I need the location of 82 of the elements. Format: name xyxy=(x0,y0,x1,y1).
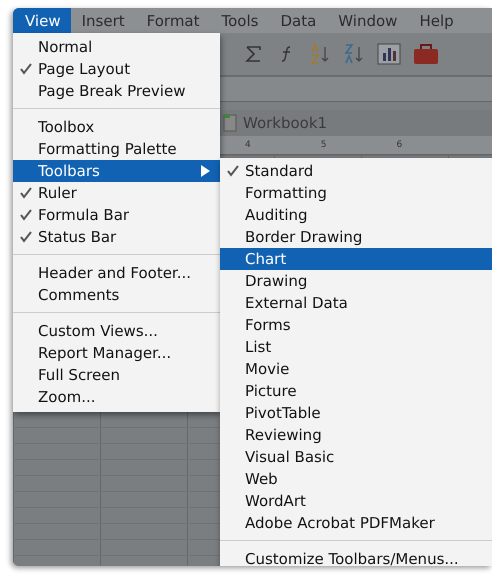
menu-item[interactable]: Toolbox xyxy=(13,116,220,138)
menu-item[interactable]: Page Layout xyxy=(13,58,220,80)
menu-item-label: Header and Footer... xyxy=(38,264,192,282)
menu-item-label: Toolbars xyxy=(38,162,100,180)
menu-item[interactable]: Formatting xyxy=(220,182,492,204)
menu-item[interactable]: Custom Views... xyxy=(13,320,220,342)
menu-item[interactable]: Movie xyxy=(220,358,492,380)
menu-title[interactable]: Help xyxy=(408,8,465,33)
menu-item-label: Formatting Palette xyxy=(38,140,177,158)
menu-item-label: WordArt xyxy=(245,492,306,510)
menu-item[interactable]: Border Drawing xyxy=(220,226,492,248)
menu-item[interactable]: Status Bar xyxy=(13,226,220,248)
menu-item[interactable]: Standard xyxy=(220,160,492,182)
menu-item-label: Visual Basic xyxy=(245,448,334,466)
menu-item[interactable]: Page Break Preview xyxy=(13,80,220,102)
menu-item-label: Drawing xyxy=(245,272,308,290)
menu-item[interactable]: Customize Toolbars/Menus... xyxy=(220,548,492,566)
menu-item-label: Status Bar xyxy=(38,228,116,246)
menu-item-label: PivotTable xyxy=(245,404,321,422)
bar-chart-icon[interactable] xyxy=(377,43,401,65)
menu-item-label: Report Manager... xyxy=(38,344,172,362)
menu-item[interactable]: Chart xyxy=(220,248,492,270)
menu-item-label: Adobe Acrobat PDFMaker xyxy=(245,514,435,532)
menu-item-label: Movie xyxy=(245,360,290,378)
menu-item-label: Zoom... xyxy=(38,388,96,406)
menu-item-label: Comments xyxy=(38,286,120,304)
menu-item[interactable]: Comments xyxy=(13,284,220,306)
menu-item-label: Auditing xyxy=(245,206,308,224)
ruler-number: 4 xyxy=(245,140,251,150)
menu-item[interactable]: Visual Basic xyxy=(220,446,492,468)
menu-item[interactable]: Report Manager... xyxy=(13,342,220,364)
menu-item-label: Formula Bar xyxy=(38,206,130,224)
menu-title[interactable]: Window xyxy=(327,8,408,33)
menu-item[interactable]: WordArt xyxy=(220,490,492,512)
menu-item-label: Reviewing xyxy=(245,426,322,444)
workbook-title: Workbook1 xyxy=(243,114,328,132)
menu-item-label: Page Layout xyxy=(38,60,130,78)
menu-item-label: Forms xyxy=(245,316,291,334)
menu-title[interactable]: Format xyxy=(136,8,210,33)
menu-item[interactable]: Formula Bar xyxy=(13,204,220,226)
menu-item-label: External Data xyxy=(245,294,348,312)
menu-item-label: Normal xyxy=(38,38,92,56)
menu-item-label: Custom Views... xyxy=(38,322,158,340)
menu-item[interactable]: Header and Footer... xyxy=(13,262,220,284)
menu-item-label: Full Screen xyxy=(38,366,120,384)
menu-item[interactable]: Toolbars xyxy=(13,160,220,182)
menu-item-label: Border Drawing xyxy=(245,228,362,246)
menu-item-label: Customize Toolbars/Menus... xyxy=(245,550,459,566)
menu-item[interactable]: Zoom... xyxy=(13,386,220,408)
menu-title[interactable]: Insert xyxy=(70,8,136,33)
menu-item-label: Ruler xyxy=(38,184,77,202)
menu-title[interactable]: Data xyxy=(269,8,328,33)
menu-title[interactable]: Tools xyxy=(210,8,270,33)
menu-item-label: List xyxy=(245,338,272,356)
document-icon xyxy=(223,114,237,132)
menu-item[interactable]: Auditing xyxy=(220,204,492,226)
menu-item[interactable]: Adobe Acrobat PDFMaker xyxy=(220,512,492,534)
menu-item[interactable]: External Data xyxy=(220,292,492,314)
menu-item-label: Picture xyxy=(245,382,297,400)
menu-item[interactable]: Picture xyxy=(220,380,492,402)
menu-item[interactable]: Normal xyxy=(13,36,220,58)
ruler-number: 6 xyxy=(396,140,402,150)
menu-item-label: Formatting xyxy=(245,184,327,202)
sort-ascending-icon[interactable] xyxy=(309,43,331,65)
menu-item-label: Toolbox xyxy=(38,118,94,136)
menu-item-label: Standard xyxy=(245,162,314,180)
menu-item[interactable]: Reviewing xyxy=(220,424,492,446)
menu-item[interactable]: Formatting Palette xyxy=(13,138,220,160)
ruler-number: 5 xyxy=(320,140,326,150)
menu-item-label: Web xyxy=(245,470,278,488)
sort-descending-icon[interactable] xyxy=(343,43,365,65)
menu-item[interactable]: Ruler xyxy=(13,182,220,204)
menu-item-label: Chart xyxy=(245,250,286,268)
toolbox-icon[interactable] xyxy=(413,43,439,65)
menu-item[interactable]: PivotTable xyxy=(220,402,492,424)
menu-item[interactable]: Full Screen xyxy=(13,364,220,386)
menu-title[interactable]: View xyxy=(13,8,71,33)
menu-item[interactable]: Drawing xyxy=(220,270,492,292)
menu-item[interactable]: Web xyxy=(220,468,492,490)
menu-item[interactable]: Forms xyxy=(220,314,492,336)
menu-item[interactable]: List xyxy=(220,336,492,358)
menu-item-label: Page Break Preview xyxy=(38,82,186,100)
